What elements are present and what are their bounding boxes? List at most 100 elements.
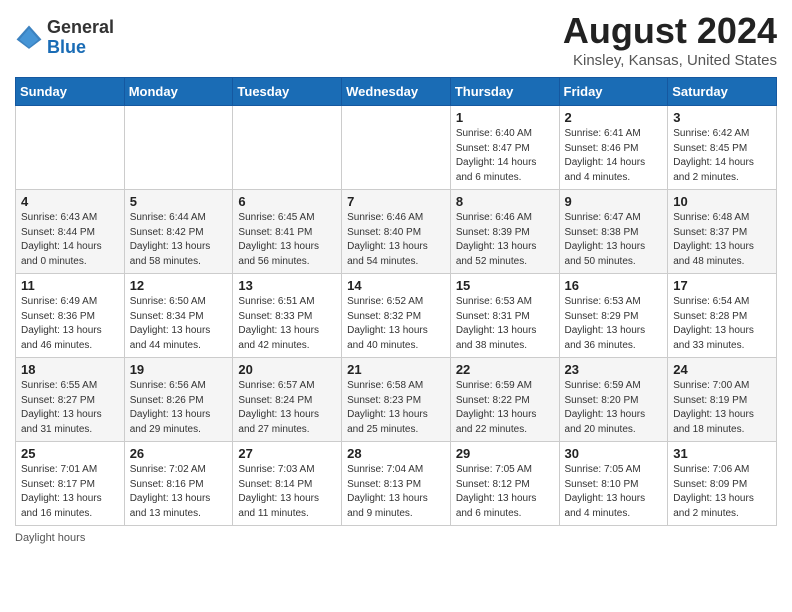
calendar-cell: 31Sunrise: 7:06 AMSunset: 8:09 PMDayligh… — [668, 442, 777, 526]
calendar-cell: 14 Sunrise: 6:52 AMSunset: 8:32 PMDayligh… — [342, 274, 451, 358]
calendar-cell: 26Sunrise: 7:02 AMSunset: 8:16 PMDayligh… — [124, 442, 233, 526]
subtitle: Kinsley, Kansas, United States — [563, 52, 777, 69]
day-number: 11 — [21, 278, 119, 293]
main-title: August 2024 — [563, 10, 777, 52]
day-number: 14 — [347, 278, 445, 293]
calendar-cell: 1Sunrise: 6:40 AMSunset: 8:47 PMDaylight… — [450, 106, 559, 190]
day-info: Sunrise: 6:59 AMSunset: 8:22 PMDaylight:… — [456, 379, 554, 437]
day-number: 4 — [21, 194, 119, 209]
day-info: Sunrise: 6:52 AMSunset: 8:32 PMDaylight:… — [347, 295, 445, 353]
calendar-cell: 2 Sunrise: 6:41 AMSunset: 8:46 PMDaylight… — [559, 106, 668, 190]
day-number: 28 — [347, 446, 445, 461]
day-info: Sunrise: 6:45 AMSunset: 8:41 PMDaylight:… — [238, 211, 336, 269]
logo: General Blue — [15, 18, 114, 58]
day-info: Sunrise: 7:05 AMSunset: 8:12 PMDaylight:… — [456, 463, 554, 521]
day-number: 20 — [238, 362, 336, 377]
day-number: 9 — [565, 194, 663, 209]
calendar-cell — [16, 106, 125, 190]
day-number: 10 — [673, 194, 771, 209]
calendar-cell: 30Sunrise: 7:05 AMSunset: 8:10 PMDayligh… — [559, 442, 668, 526]
day-info: Sunrise: 6:47 AMSunset: 8:38 PMDaylight:… — [565, 211, 663, 269]
day-info: Sunrise: 6:48 AMSunset: 8:37 PMDaylight:… — [673, 211, 771, 269]
calendar-cell: 13Sunrise: 6:51 AMSunset: 8:33 PMDayligh… — [233, 274, 342, 358]
column-header-tuesday: Tuesday — [233, 78, 342, 106]
calendar-cell: 12 Sunrise: 6:50 AMSunset: 8:34 PMDayligh… — [124, 274, 233, 358]
title-area: August 2024 Kinsley, Kansas, United Stat… — [563, 10, 777, 69]
day-info: Sunrise: 6:56 AMSunset: 8:26 PMDaylight:… — [130, 379, 228, 437]
day-info: Sunrise: 6:57 AMSunset: 8:24 PMDaylight:… — [238, 379, 336, 437]
calendar-cell — [124, 106, 233, 190]
day-info: Sunrise: 7:00 AMSunset: 8:19 PMDaylight:… — [673, 379, 771, 437]
calendar-week-1: 1Sunrise: 6:40 AMSunset: 8:47 PMDaylight… — [16, 106, 777, 190]
day-number: 12 — [130, 278, 228, 293]
day-info: Sunrise: 6:59 AMSunset: 8:20 PMDaylight:… — [565, 379, 663, 437]
calendar-cell: 27 Sunrise: 7:03 AMSunset: 8:14 PMDayligh… — [233, 442, 342, 526]
day-info: Sunrise: 7:06 AMSunset: 8:09 PMDaylight:… — [673, 463, 771, 521]
calendar-cell: 21 Sunrise: 6:58 AMSunset: 8:23 PMDayligh… — [342, 358, 451, 442]
day-info: Sunrise: 6:49 AMSunset: 8:36 PMDaylight:… — [21, 295, 119, 353]
calendar-week-2: 4Sunrise: 6:43 AMSunset: 8:44 PMDaylight… — [16, 190, 777, 274]
day-number: 22 — [456, 362, 554, 377]
day-number: 19 — [130, 362, 228, 377]
logo-general: General — [47, 18, 114, 38]
calendar-cell: 29 Sunrise: 7:05 AMSunset: 8:12 PMDayligh… — [450, 442, 559, 526]
calendar-cell — [233, 106, 342, 190]
logo-text: General Blue — [47, 18, 114, 58]
calendar-table: SundayMondayTuesdayWednesdayThursdayFrid… — [15, 77, 777, 526]
calendar-cell: 22 Sunrise: 6:59 AMSunset: 8:22 PMDayligh… — [450, 358, 559, 442]
column-header-monday: Monday — [124, 78, 233, 106]
calendar-cell: 28 Sunrise: 7:04 AMSunset: 8:13 PMDayligh… — [342, 442, 451, 526]
calendar-week-4: 18 Sunrise: 6:55 AMSunset: 8:27 PMDayligh… — [16, 358, 777, 442]
day-number: 25 — [21, 446, 119, 461]
calendar-cell: 8 Sunrise: 6:46 AMSunset: 8:39 PMDaylight… — [450, 190, 559, 274]
calendar-cell: 9 Sunrise: 6:47 AMSunset: 8:38 PMDaylight… — [559, 190, 668, 274]
column-header-saturday: Saturday — [668, 78, 777, 106]
calendar-cell: 6 Sunrise: 6:45 AMSunset: 8:41 PMDaylight… — [233, 190, 342, 274]
day-number: 2 — [565, 110, 663, 125]
calendar-cell: 23 Sunrise: 6:59 AMSunset: 8:20 PMDayligh… — [559, 358, 668, 442]
day-number: 15 — [456, 278, 554, 293]
day-info: Sunrise: 6:55 AMSunset: 8:27 PMDaylight:… — [21, 379, 119, 437]
calendar-cell: 25 Sunrise: 7:01 AMSunset: 8:17 PMDayligh… — [16, 442, 125, 526]
calendar-header-row: SundayMondayTuesdayWednesdayThursdayFrid… — [16, 78, 777, 106]
column-header-friday: Friday — [559, 78, 668, 106]
day-number: 17 — [673, 278, 771, 293]
calendar-cell: 19 Sunrise: 6:56 AMSunset: 8:26 PMDayligh… — [124, 358, 233, 442]
day-number: 3 — [673, 110, 771, 125]
day-info: Sunrise: 7:03 AMSunset: 8:14 PMDaylight:… — [238, 463, 336, 521]
day-info: Sunrise: 6:53 AMSunset: 8:31 PMDaylight:… — [456, 295, 554, 353]
day-number: 29 — [456, 446, 554, 461]
day-info: Sunrise: 7:01 AMSunset: 8:17 PMDaylight:… — [21, 463, 119, 521]
calendar-cell: 4Sunrise: 6:43 AMSunset: 8:44 PMDaylight… — [16, 190, 125, 274]
day-number: 18 — [21, 362, 119, 377]
day-info: Sunrise: 6:50 AMSunset: 8:34 PMDaylight:… — [130, 295, 228, 353]
day-info: Sunrise: 6:53 AMSunset: 8:29 PMDaylight:… — [565, 295, 663, 353]
day-number: 21 — [347, 362, 445, 377]
day-number: 6 — [238, 194, 336, 209]
day-info: Sunrise: 7:05 AMSunset: 8:10 PMDaylight:… — [565, 463, 663, 521]
calendar-cell: 5Sunrise: 6:44 AMSunset: 8:42 PMDaylight… — [124, 190, 233, 274]
calendar-week-3: 11 Sunrise: 6:49 AMSunset: 8:36 PMDayligh… — [16, 274, 777, 358]
day-number: 27 — [238, 446, 336, 461]
day-number: 24 — [673, 362, 771, 377]
day-info: Sunrise: 6:58 AMSunset: 8:23 PMDaylight:… — [347, 379, 445, 437]
calendar-cell: 15 Sunrise: 6:53 AMSunset: 8:31 PMDayligh… — [450, 274, 559, 358]
calendar-week-5: 25 Sunrise: 7:01 AMSunset: 8:17 PMDayligh… — [16, 442, 777, 526]
logo-blue: Blue — [47, 38, 114, 58]
day-info: Sunrise: 6:46 AMSunset: 8:39 PMDaylight:… — [456, 211, 554, 269]
day-number: 5 — [130, 194, 228, 209]
day-info: Sunrise: 6:51 AMSunset: 8:33 PMDaylight:… — [238, 295, 336, 353]
day-info: Sunrise: 7:04 AMSunset: 8:13 PMDaylight:… — [347, 463, 445, 521]
calendar-cell: 24 Sunrise: 7:00 AMSunset: 8:19 PMDayligh… — [668, 358, 777, 442]
day-info: Sunrise: 6:42 AMSunset: 8:45 PMDaylight:… — [673, 127, 771, 185]
logo-icon — [15, 24, 43, 52]
page-header: General Blue August 2024 Kinsley, Kansas… — [15, 10, 777, 69]
day-number: 7 — [347, 194, 445, 209]
day-number: 8 — [456, 194, 554, 209]
day-info: Sunrise: 6:46 AMSunset: 8:40 PMDaylight:… — [347, 211, 445, 269]
calendar-cell: 7 Sunrise: 6:46 AMSunset: 8:40 PMDaylight… — [342, 190, 451, 274]
day-info: Sunrise: 6:41 AMSunset: 8:46 PMDaylight:… — [565, 127, 663, 185]
day-number: 23 — [565, 362, 663, 377]
day-info: Sunrise: 6:54 AMSunset: 8:28 PMDaylight:… — [673, 295, 771, 353]
calendar-cell: 3 Sunrise: 6:42 AMSunset: 8:45 PMDaylight… — [668, 106, 777, 190]
